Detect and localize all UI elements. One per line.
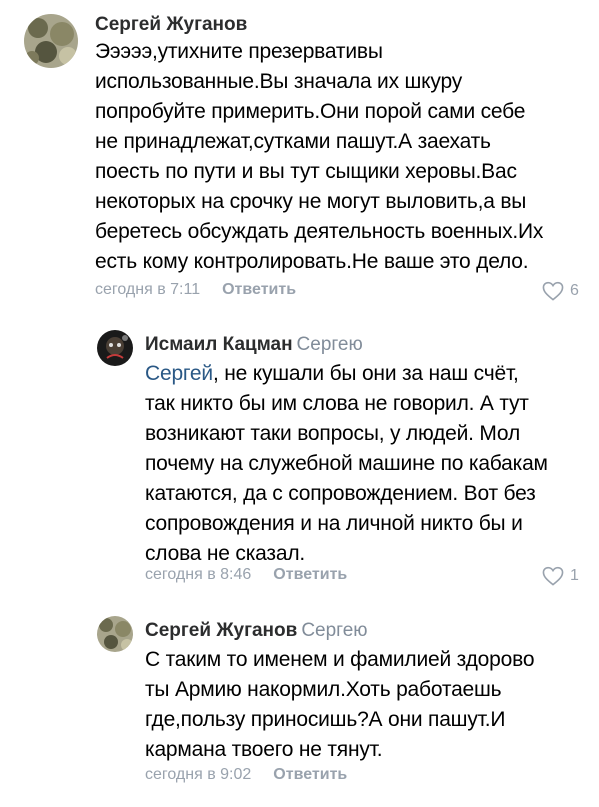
reply-to-label[interactable]: Сергею [297, 334, 363, 355]
comment-text: Сергей, не кушали бы они за наш счёт, та… [145, 359, 585, 569]
comment-meta: сегодня в 8:46 Ответить [145, 566, 347, 584]
comment-time: сегодня в 7:11 [95, 281, 201, 298]
comment: Исмаил Кацман Сергею Сергей, не кушали бы… [0, 320, 599, 590]
avatar[interactable] [97, 616, 133, 652]
heart-icon [542, 566, 564, 586]
user-avatar-dark-icon [97, 330, 133, 366]
comment-author[interactable]: Сергей Жуганов Сергею [145, 620, 368, 642]
comment-meta: сегодня в 7:11 Ответить [95, 281, 296, 299]
comment-meta: сегодня в 9:02 Ответить [145, 766, 347, 784]
reply-to-label[interactable]: Сергею [301, 620, 367, 641]
like-button[interactable]: 1 [542, 566, 579, 586]
reply-button[interactable]: Ответить [273, 766, 347, 783]
comment-author[interactable]: Исмаил Кацман Сергею [145, 334, 363, 356]
author-name[interactable]: Исмаил Кацман [145, 334, 293, 355]
comment-text: С таким то именем и фамилией здорово ты … [145, 648, 535, 761]
heart-icon [542, 281, 564, 301]
reply-button[interactable]: Ответить [273, 566, 347, 583]
like-button[interactable]: 6 [542, 281, 579, 301]
author-name[interactable]: Сергей Жуганов [95, 14, 247, 35]
like-count: 1 [570, 567, 579, 584]
like-count: 6 [570, 282, 579, 299]
comment-body: , не кушали бы они за наш счёт, так никт… [145, 362, 548, 565]
author-name[interactable]: Сергей Жуганов [145, 620, 297, 641]
avatar[interactable] [24, 14, 78, 68]
reply-button[interactable]: Ответить [222, 281, 296, 298]
user-avatar-camouflage-icon [24, 14, 78, 68]
user-avatar-camouflage-icon [97, 616, 133, 652]
comment-author[interactable]: Сергей Жуганов [95, 14, 247, 36]
comment: Сергей Жуганов Эээээ,утихните презервати… [0, 0, 599, 310]
comment-time: сегодня в 8:46 [145, 566, 252, 583]
comment-time: сегодня в 9:02 [145, 766, 252, 783]
comment-text: Эээээ,утихните презервативы использованн… [95, 40, 544, 273]
avatar[interactable] [97, 330, 133, 366]
comment: Сергей Жуганов Сергею С таким то именем и… [0, 610, 599, 807]
mention-link[interactable]: Сергей [145, 362, 213, 385]
